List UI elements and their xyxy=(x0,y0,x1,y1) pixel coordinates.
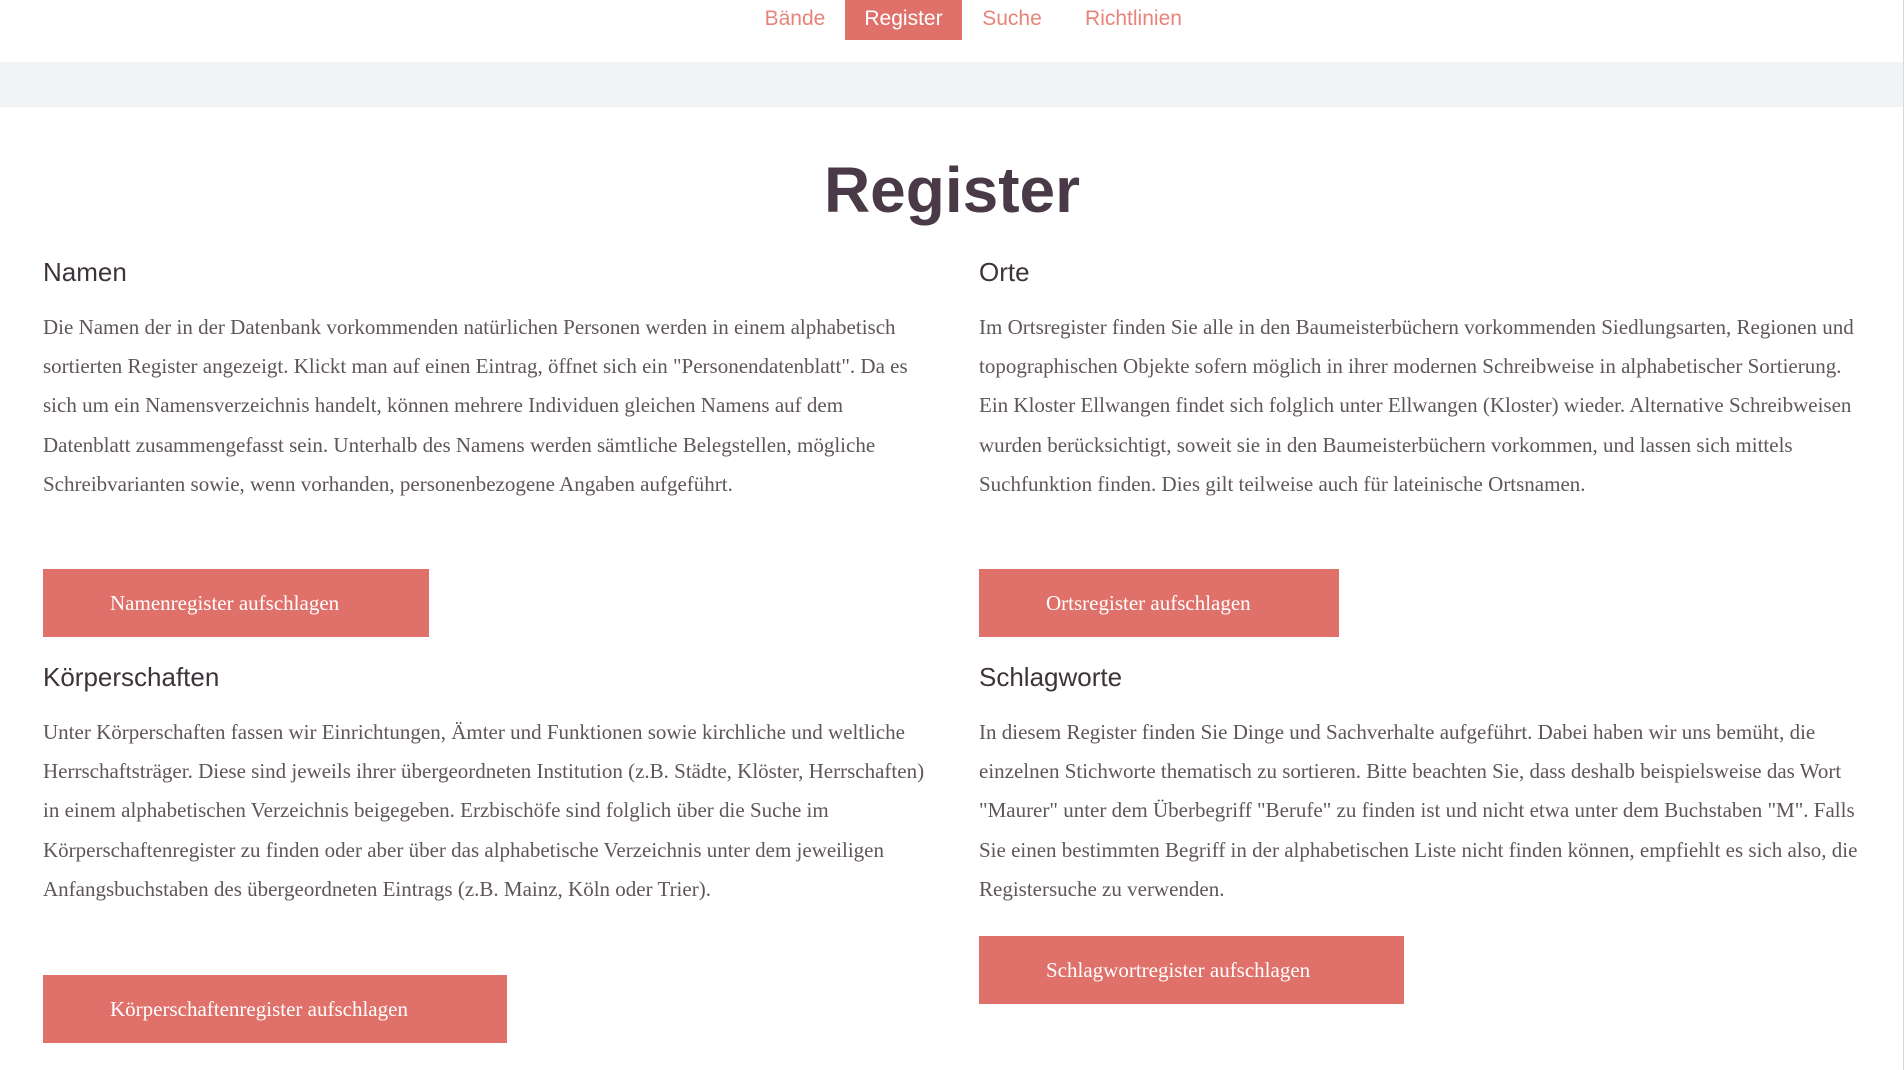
ortsregister-button[interactable]: Ortsregister aufschlagen xyxy=(979,569,1339,637)
section-text: Im Ortsregister finden Sie alle in den B… xyxy=(979,315,1854,496)
header-band xyxy=(0,62,1904,107)
namenregister-button[interactable]: Namenregister aufschlagen xyxy=(43,569,429,637)
schlagwortregister-button[interactable]: Schlagwortregister aufschlagen xyxy=(979,936,1404,1004)
section-namen: Namen Die Namen der in der Datenbank vor… xyxy=(43,256,933,504)
section-koerperschaften: Körperschaften Unter Körperschaften fass… xyxy=(43,661,933,909)
nav-item-register[interactable]: Register xyxy=(845,0,962,40)
section-orte: Orte Im Ortsregister finden Sie alle in … xyxy=(979,256,1869,504)
section-text: Die Namen der in der Datenbank vorkommen… xyxy=(43,315,908,496)
section-schlagworte: Schlagworte In diesem Register finden Si… xyxy=(979,661,1869,909)
nav-item-baende[interactable]: Bände xyxy=(745,0,845,40)
section-heading: Orte xyxy=(979,257,1030,287)
page-title: Register xyxy=(823,154,1081,226)
section-heading: Schlagworte xyxy=(979,662,1123,692)
nav-item-suche[interactable]: Suche xyxy=(962,0,1062,40)
section-heading: Namen xyxy=(43,257,127,287)
top-nav: Bände Register Suche Richtlinien xyxy=(0,0,1904,62)
nav-item-richtlinien[interactable]: Richtlinien xyxy=(1062,0,1205,40)
section-text: Unter Körperschaften fassen wir Einricht… xyxy=(43,720,925,901)
section-text: In diesem Register finden Sie Dinge und … xyxy=(979,720,1858,901)
koerperschaftenregister-button[interactable]: Körperschaftenregister aufschlagen xyxy=(43,975,507,1043)
section-heading: Körperschaften xyxy=(43,662,220,692)
